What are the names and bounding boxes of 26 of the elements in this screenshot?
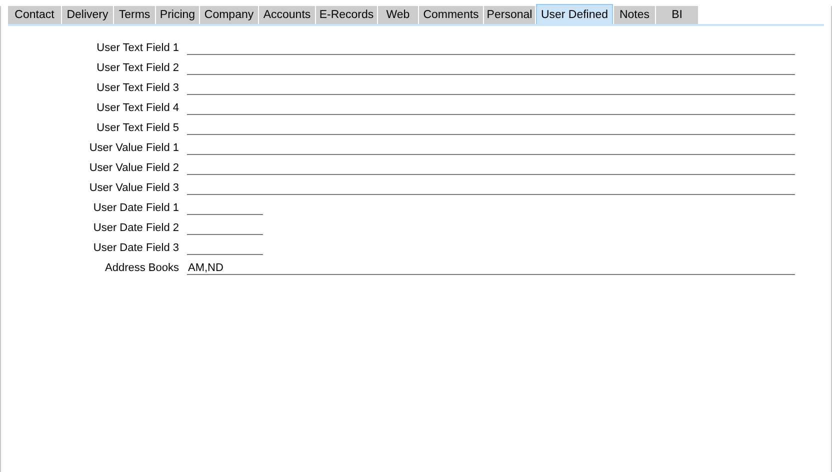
field-label: Address Books [104,262,180,275]
tab[interactable]: User Defined [536,4,613,24]
tab[interactable]: BI [656,6,698,24]
tab[interactable]: Terms [114,6,155,24]
field-label: User Value Field 1 [88,142,180,155]
tab[interactable]: Delivery [62,6,113,24]
tab[interactable]: Notes [614,6,655,24]
field-label: User Text Field 2 [96,62,180,75]
field-label: User Value Field 2 [88,162,180,175]
tab[interactable]: Personal [484,6,535,24]
field-label: User Text Field 1 [96,42,180,55]
tab[interactable]: Accounts [259,6,315,24]
tab[interactable]: Contact [8,6,61,24]
tab[interactable]: E-Records [316,6,377,24]
tab[interactable]: Comments [419,6,483,24]
field-label: User Date Field 2 [92,222,180,235]
field-label: User Text Field 5 [96,122,180,135]
field-label: User Date Field 1 [92,202,180,215]
tab[interactable]: Company [200,6,258,24]
field-label: User Value Field 3 [88,182,180,195]
field-label: User Date Field 3 [92,242,180,255]
field-label: User Text Field 3 [96,82,180,95]
tab[interactable]: Web [378,6,418,24]
tab[interactable]: Pricing [156,6,199,24]
field-label: User Text Field 4 [96,102,180,115]
input-field[interactable]: AM,ND [187,261,795,275]
